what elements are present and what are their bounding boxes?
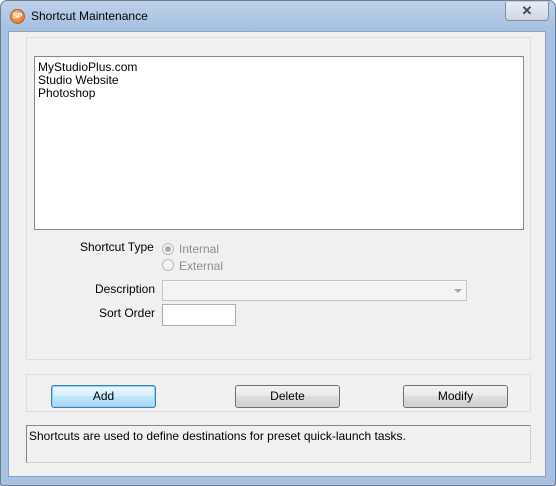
title-bar[interactable]: SP Shortcut Maintenance ✕: [1, 1, 555, 31]
shortcut-maintenance-window: SP Shortcut Maintenance ✕ MyStudioPlus.c…: [0, 0, 556, 486]
modify-button[interactable]: Modify: [403, 385, 508, 408]
dialog-client-area: MyStudioPlus.com Studio Website Photosho…: [8, 31, 546, 477]
description-label: Description: [95, 282, 156, 296]
list-item[interactable]: Photoshop: [38, 86, 95, 100]
add-button[interactable]: Add: [51, 385, 156, 408]
shortcut-list[interactable]: MyStudioPlus.com Studio Website Photosho…: [34, 56, 524, 230]
internal-radio-label: Internal: [179, 242, 220, 256]
status-description: Shortcuts are used to define destination…: [26, 425, 531, 463]
sort-order-field[interactable]: [162, 304, 236, 326]
close-button[interactable]: ✕: [505, 2, 549, 21]
external-radio[interactable]: [162, 259, 174, 271]
chevron-down-icon[interactable]: [454, 289, 462, 293]
external-radio-label: External: [179, 259, 224, 273]
window-title: Shortcut Maintenance: [31, 9, 148, 23]
description-dropdown[interactable]: [162, 280, 467, 301]
delete-button[interactable]: Delete: [235, 385, 340, 408]
internal-radio[interactable]: [162, 243, 174, 255]
sort-order-label: Sort Order: [99, 306, 156, 320]
app-icon[interactable]: SP: [10, 9, 25, 24]
close-icon: ✕: [521, 3, 533, 18]
shortcut-type-label: Shortcut Type: [80, 240, 154, 254]
list-item[interactable]: MyStudioPlus.com: [38, 60, 137, 74]
list-item[interactable]: Studio Website: [38, 73, 119, 87]
